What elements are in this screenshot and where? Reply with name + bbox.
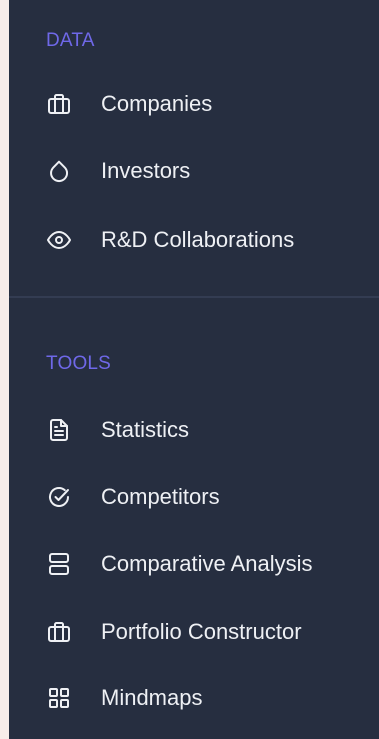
sidebar-item-label: Portfolio Constructor	[101, 619, 302, 644]
section-label-data: DATA	[46, 30, 95, 51]
eye-icon	[47, 228, 71, 252]
sidebar-item-label: Investors	[101, 158, 191, 183]
sidebar-item-companies[interactable]: Companies	[9, 79, 379, 129]
briefcase-icon	[47, 92, 71, 116]
sidebar-item-label: Comparative Analysis	[101, 551, 313, 576]
sidebar-item-label: Statistics	[101, 417, 190, 442]
sidebar-item-mindmaps[interactable]: Mindmaps	[9, 673, 379, 723]
file-text-icon	[47, 418, 71, 442]
sidebar-item-portfolio-constructor[interactable]: Portfolio Constructor	[9, 607, 379, 657]
droplet-icon	[47, 159, 71, 183]
sidebar-item-comparative-analysis[interactable]: Comparative Analysis	[9, 539, 379, 589]
sidebar-item-investors[interactable]: Investors	[9, 146, 379, 196]
sidebar-item-competitors[interactable]: Competitors	[9, 472, 379, 522]
grid-icon	[47, 686, 71, 710]
sidebar-item-label: Mindmaps	[101, 685, 203, 710]
check-circle-icon	[47, 485, 71, 509]
sidebar-item-statistics[interactable]: Statistics	[9, 405, 379, 455]
sidebar-nav: DATA Companies Investors R&D Collaborati…	[9, 0, 379, 739]
server-icon	[47, 552, 71, 576]
sidebar-item-rd-collaborations[interactable]: R&D Collaborations	[9, 215, 379, 265]
sidebar-item-label: Competitors	[101, 484, 220, 509]
section-divider	[9, 296, 379, 298]
section-label-tools: TOOLS	[46, 353, 112, 374]
sidebar-item-label: R&D Collaborations	[101, 227, 295, 252]
briefcase-icon	[47, 620, 71, 644]
sidebar-item-label: Companies	[101, 91, 213, 116]
